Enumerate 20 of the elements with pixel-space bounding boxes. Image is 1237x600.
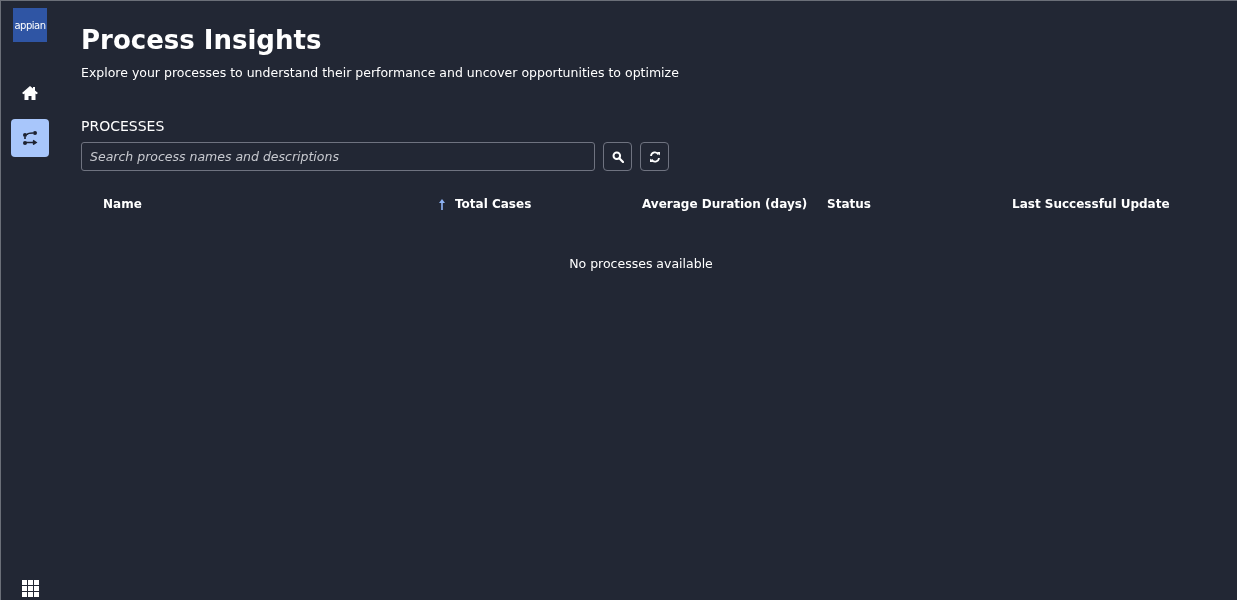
page-description: Explore your processes to understand their performance and uncover opportunities to optimize bbox=[81, 65, 680, 80]
column-header[interactable]: Name bbox=[103, 197, 142, 211]
app-logo[interactable]: appian bbox=[13, 8, 47, 42]
nav-button[interactable] bbox=[11, 119, 49, 157]
refresh-button[interactable] bbox=[640, 142, 669, 171]
refresh-icon bbox=[648, 150, 661, 163]
column-header[interactable]: Last Successful Update bbox=[1012, 197, 1170, 211]
flow-icon bbox=[22, 131, 38, 145]
app-menu-button[interactable] bbox=[21, 580, 39, 597]
home-icon bbox=[22, 86, 38, 100]
column-header[interactable]: Status bbox=[827, 197, 871, 211]
search-icon bbox=[611, 150, 624, 163]
grid-icon bbox=[21, 580, 39, 597]
section-heading: PROCESSES bbox=[81, 118, 166, 134]
page-title: Process Insights bbox=[81, 24, 323, 57]
empty-message: No processes available bbox=[568, 256, 714, 271]
search-button[interactable] bbox=[603, 142, 632, 171]
column-header[interactable]: Total Cases bbox=[455, 197, 532, 211]
column-header[interactable]: Average Duration (days) bbox=[642, 197, 808, 211]
search-field[interactable]: Search process names and descriptions bbox=[81, 142, 595, 171]
